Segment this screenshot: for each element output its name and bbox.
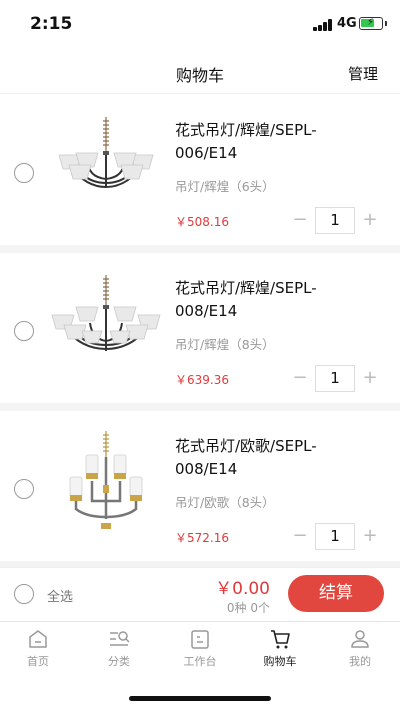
manage-button[interactable]: 管理	[348, 63, 378, 84]
select-all-label[interactable]: 全选	[47, 586, 73, 605]
product-price: ￥572.16	[175, 531, 229, 545]
select-all-radio[interactable]	[14, 584, 34, 604]
item-select-radio[interactable]	[14, 163, 34, 183]
product-image[interactable]	[46, 113, 166, 233]
cart-icon	[271, 630, 290, 649]
cart-list: 花式吊灯/辉煌/SEPL-006/E14 吊灯/辉煌（6头） ￥508.16 −…	[0, 95, 400, 569]
tab-label: 工作台	[183, 655, 217, 668]
cart-item: 花式吊灯/辉煌/SEPL-006/E14 吊灯/辉煌（6头） ￥508.16 −…	[0, 95, 400, 253]
quantity-stepper: − 1 +	[287, 207, 383, 234]
product-image[interactable]	[46, 271, 166, 391]
selected-count: 0种 0个	[226, 601, 270, 615]
product-spec: 吊灯/辉煌（6头）	[175, 179, 275, 194]
product-name[interactable]: 花式吊灯/欧歌/SEPL-008/E14	[175, 435, 375, 481]
item-select-radio[interactable]	[14, 321, 34, 341]
tab-workbench[interactable]: 工作台	[170, 628, 230, 669]
status-bar: 2:15 4G ⚡	[0, 0, 400, 50]
product-price: ￥508.16	[175, 215, 229, 229]
quantity-input[interactable]: 1	[315, 523, 355, 550]
increase-quantity-button[interactable]: +	[357, 207, 383, 234]
home-indicator[interactable]	[129, 696, 271, 701]
increase-quantity-button[interactable]: +	[357, 365, 383, 392]
tab-label: 我的	[349, 655, 371, 668]
profile-icon	[351, 630, 369, 648]
workbench-icon	[191, 630, 209, 649]
cart-item: 花式吊灯/辉煌/SEPL-008/E14 吊灯/辉煌（8头） ￥639.36 −…	[0, 253, 400, 411]
decrease-quantity-button[interactable]: −	[287, 365, 313, 392]
page-title: 购物车	[175, 66, 224, 85]
product-price: ￥639.36	[175, 373, 229, 387]
decrease-quantity-button[interactable]: −	[287, 523, 313, 550]
battery-icon: ⚡	[359, 17, 387, 30]
increase-quantity-button[interactable]: +	[357, 523, 383, 550]
decrease-quantity-button[interactable]: −	[287, 207, 313, 234]
tab-profile[interactable]: 我的	[330, 628, 390, 669]
tab-label: 首页	[27, 655, 49, 668]
quantity-input[interactable]: 1	[315, 207, 355, 234]
product-spec: 吊灯/欧歌（8头）	[175, 495, 275, 510]
total-price: ￥0.00	[215, 579, 270, 599]
tab-cart[interactable]: 购物车	[250, 628, 310, 669]
quantity-stepper: − 1 +	[287, 365, 383, 392]
signal-strength-icon	[313, 19, 333, 31]
product-name[interactable]: 花式吊灯/辉煌/SEPL-008/E14	[175, 277, 375, 323]
status-time: 2:15	[30, 14, 73, 34]
product-name[interactable]: 花式吊灯/辉煌/SEPL-006/E14	[175, 119, 375, 165]
nav-header: 购物车 管理	[0, 50, 400, 94]
quantity-stepper: − 1 +	[287, 523, 383, 550]
tab-label: 分类	[108, 655, 130, 668]
checkout-button[interactable]: 结算	[288, 575, 384, 612]
network-type: 4G	[337, 16, 357, 31]
tab-home[interactable]: 首页	[8, 628, 68, 669]
home-icon	[29, 630, 47, 648]
item-select-radio[interactable]	[14, 479, 34, 499]
tab-category[interactable]: 分类	[89, 628, 149, 669]
category-icon	[110, 631, 130, 646]
quantity-input[interactable]: 1	[315, 365, 355, 392]
tab-bar: 首页 分类 工作台 购物车 我的	[0, 621, 400, 677]
product-spec: 吊灯/辉煌（8头）	[175, 337, 275, 352]
tab-label: 购物车	[263, 655, 297, 668]
product-image[interactable]	[46, 429, 166, 549]
cart-item: 花式吊灯/欧歌/SEPL-008/E14 吊灯/欧歌（8头） ￥572.16 −…	[0, 411, 400, 569]
checkout-bar: 全选 ￥0.00 0种 0个 结算	[0, 567, 400, 620]
